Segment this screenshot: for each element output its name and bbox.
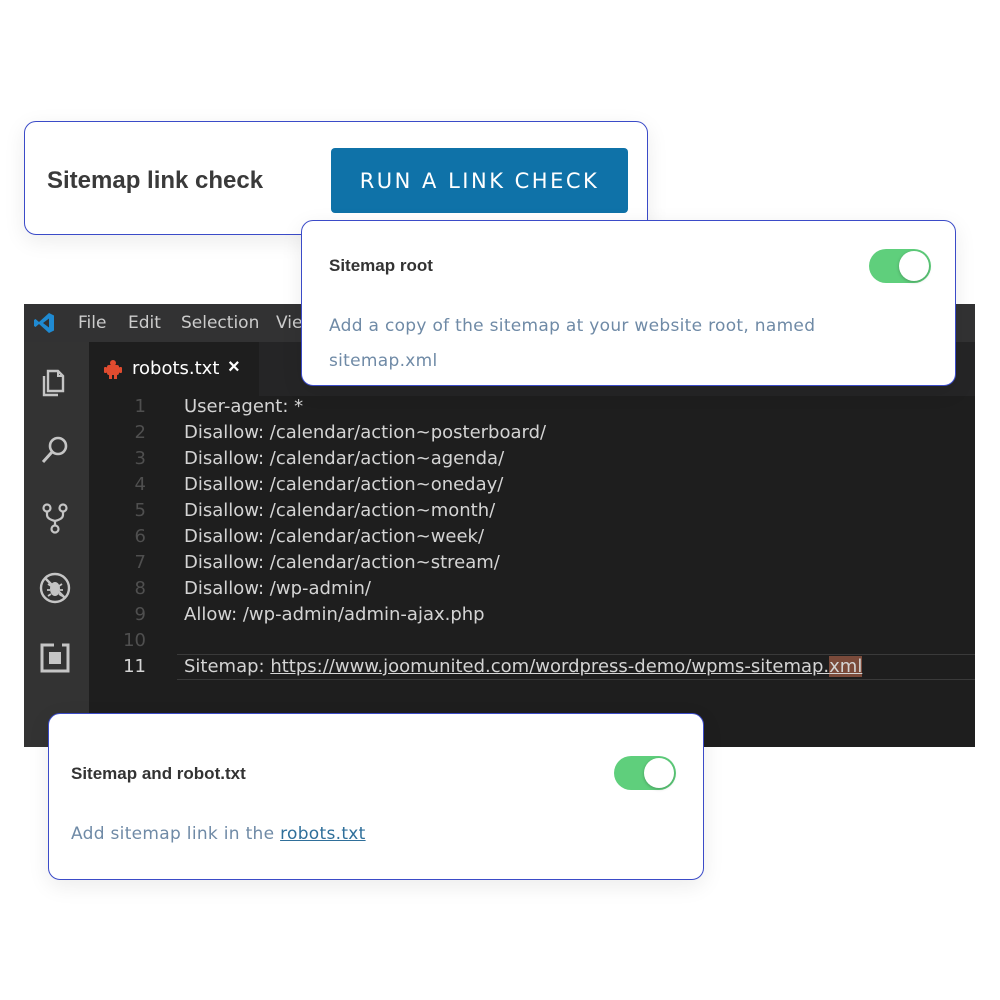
code-line: 6 Disallow: /calendar/action~week/ xyxy=(89,526,975,552)
menu-edit[interactable]: Edit xyxy=(128,313,161,333)
line-text: Allow: /wp-admin/admin-ajax.php xyxy=(184,604,485,625)
sitemap-root-description: Add a copy of the sitemap at your websit… xyxy=(329,316,816,371)
line-text: Disallow: /calendar/action~week/ xyxy=(184,526,485,547)
line-text: Disallow: /wp-admin/ xyxy=(184,578,371,599)
line-number: 9 xyxy=(134,604,146,625)
menu-file[interactable]: File xyxy=(78,313,106,333)
source-control-icon[interactable] xyxy=(37,500,73,536)
line-text: Sitemap: https://www.joomunited.com/word… xyxy=(184,656,863,677)
line-number: 2 xyxy=(134,422,146,443)
sitemap-robots-description: Add sitemap link in the robots.txt xyxy=(71,824,366,844)
link-check-card: Sitemap link check RUN A LINK CHECK xyxy=(24,121,648,235)
line-text: User-agent: * xyxy=(184,396,304,417)
files-icon[interactable] xyxy=(37,364,73,400)
code-line-sitemap: 11 Sitemap: https://www.joomunited.com/w… xyxy=(89,656,975,682)
line-number: 1 xyxy=(134,396,146,417)
line-text: Disallow: /calendar/action~oneday/ xyxy=(184,474,504,495)
sitemap-root-title: Sitemap root xyxy=(329,256,433,275)
sitemap-root-toggle[interactable] xyxy=(869,249,931,283)
sitemap-robots-title: Sitemap and robot.txt xyxy=(71,764,246,783)
extensions-icon[interactable] xyxy=(37,640,73,676)
sitemap-url-main: https://www.joomunited.com/wordpress-dem… xyxy=(270,656,830,677)
line-number: 4 xyxy=(134,474,146,495)
line-number: 7 xyxy=(134,552,146,573)
sitemap-root-card: Sitemap root Add a copy of the sitemap a… xyxy=(301,220,956,386)
line-number: 11 xyxy=(123,656,146,677)
line-number: 8 xyxy=(134,578,146,599)
code-line: 3 Disallow: /calendar/action~agenda/ xyxy=(89,448,975,474)
link-check-title: Sitemap link check xyxy=(47,167,264,194)
robots-txt-link[interactable]: robots.txt xyxy=(280,824,366,844)
vscode-logo-icon xyxy=(34,313,54,333)
sitemap-prefix: Sitemap: xyxy=(184,656,271,677)
code-line: 2 Disallow: /calendar/action~posterboard… xyxy=(89,422,975,448)
code-line: 4 Disallow: /calendar/action~oneday/ xyxy=(89,474,975,500)
close-icon[interactable]: × xyxy=(228,356,240,379)
line-number: 3 xyxy=(134,448,146,469)
line-number: 6 xyxy=(134,526,146,547)
line-text: Disallow: /calendar/action~month/ xyxy=(184,500,496,521)
code-line: 7 Disallow: /calendar/action~stream/ xyxy=(89,552,975,578)
activity-bar xyxy=(24,342,89,747)
line-text: Disallow: /calendar/action~stream/ xyxy=(184,552,500,573)
tab-robots-txt[interactable]: robots.txt × xyxy=(89,342,259,396)
menu-view[interactable]: Vie xyxy=(276,313,302,333)
code-line: 1 User-agent: * xyxy=(89,396,975,422)
code-area[interactable]: 1 User-agent: * 2 Disallow: /calendar/ac… xyxy=(89,396,975,747)
robot-file-icon xyxy=(104,360,122,379)
toggle-knob xyxy=(899,251,929,281)
line-number: 10 xyxy=(123,630,146,651)
search-icon[interactable] xyxy=(37,432,73,468)
run-link-check-button[interactable]: RUN A LINK CHECK xyxy=(331,148,628,213)
line-text: Disallow: /calendar/action~posterboard/ xyxy=(184,422,547,443)
sitemap-robots-toggle[interactable] xyxy=(614,756,676,790)
line-text: Disallow: /calendar/action~agenda/ xyxy=(184,448,505,469)
code-line: 10 xyxy=(89,630,975,656)
code-line: 5 Disallow: /calendar/action~month/ xyxy=(89,500,975,526)
tab-label: robots.txt xyxy=(132,358,220,379)
code-line: 9 Allow: /wp-admin/admin-ajax.php xyxy=(89,604,975,630)
description-prefix: Add sitemap link in the xyxy=(71,824,281,844)
sitemap-url-highlight: xml xyxy=(829,656,863,677)
debug-icon[interactable] xyxy=(37,570,73,606)
toggle-knob xyxy=(644,758,674,788)
line-number: 5 xyxy=(134,500,146,521)
sitemap-robots-card: Sitemap and robot.txt Add sitemap link i… xyxy=(48,713,704,880)
code-line: 8 Disallow: /wp-admin/ xyxy=(89,578,975,604)
menu-selection[interactable]: Selection xyxy=(181,313,259,333)
sitemap-url-link[interactable]: https://www.joomunited.com/wordpress-dem… xyxy=(270,656,863,677)
